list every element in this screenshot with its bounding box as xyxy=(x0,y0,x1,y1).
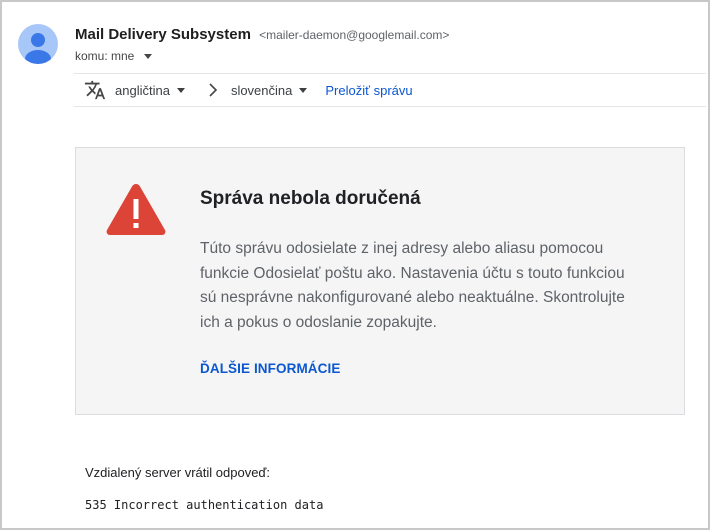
card-body-line: funkcie Odosielať poštu ako. Nastavenia … xyxy=(200,264,625,282)
card-body-line: ich a pokus o odoslanie zopakujte. xyxy=(200,313,437,331)
recipient-label: komu: mne xyxy=(75,49,135,63)
recipient-details-dropdown-icon[interactable] xyxy=(144,53,153,59)
translate-message-link[interactable]: Preložiť správu xyxy=(325,83,412,98)
translate-bar: angličtina slovenčina Preložiť správu xyxy=(74,73,706,107)
sender-line: Mail Delivery Subsystem <mailer-daemon@g… xyxy=(75,26,449,44)
dropdown-caret-icon xyxy=(176,87,185,93)
delivery-failure-card: Správa nebola doručená Túto správu odosi… xyxy=(75,147,685,415)
remote-server-label: Vzdialený server vrátil odpoveď: xyxy=(85,465,271,480)
card-title: Správa nebola doručená xyxy=(200,188,421,209)
translate-icon xyxy=(84,80,106,100)
target-language-label: slovenčina xyxy=(230,82,293,98)
card-body: Túto správu odosielate z inej adresy ale… xyxy=(200,237,650,335)
card-body-line: Túto správu odosielate z inej adresy ale… xyxy=(200,240,604,257)
recipient-line: komu: mne xyxy=(75,48,153,64)
more-info-link[interactable]: ĎALŠIE INFORMÁCIE xyxy=(200,361,340,376)
email-message-view: Mail Delivery Subsystem <mailer-daemon@g… xyxy=(0,0,710,530)
source-language-label: angličtina xyxy=(115,82,170,98)
sender-avatar[interactable] xyxy=(18,24,58,64)
sender-name[interactable]: Mail Delivery Subsystem xyxy=(75,26,251,43)
dropdown-caret-icon xyxy=(299,87,308,93)
server-response-code: 535 Incorrect authentication data xyxy=(85,498,324,512)
person-icon xyxy=(25,33,51,64)
card-body-line: sú nesprávne nakonfigurované alebo neakt… xyxy=(200,289,625,306)
chevron-right-icon xyxy=(209,83,218,97)
source-language-select[interactable]: angličtina xyxy=(115,83,185,98)
target-language-select[interactable]: slovenčina xyxy=(230,82,308,98)
warning-triangle-icon xyxy=(106,184,166,235)
sender-email: <mailer-daemon@googlemail.com> xyxy=(259,28,450,42)
